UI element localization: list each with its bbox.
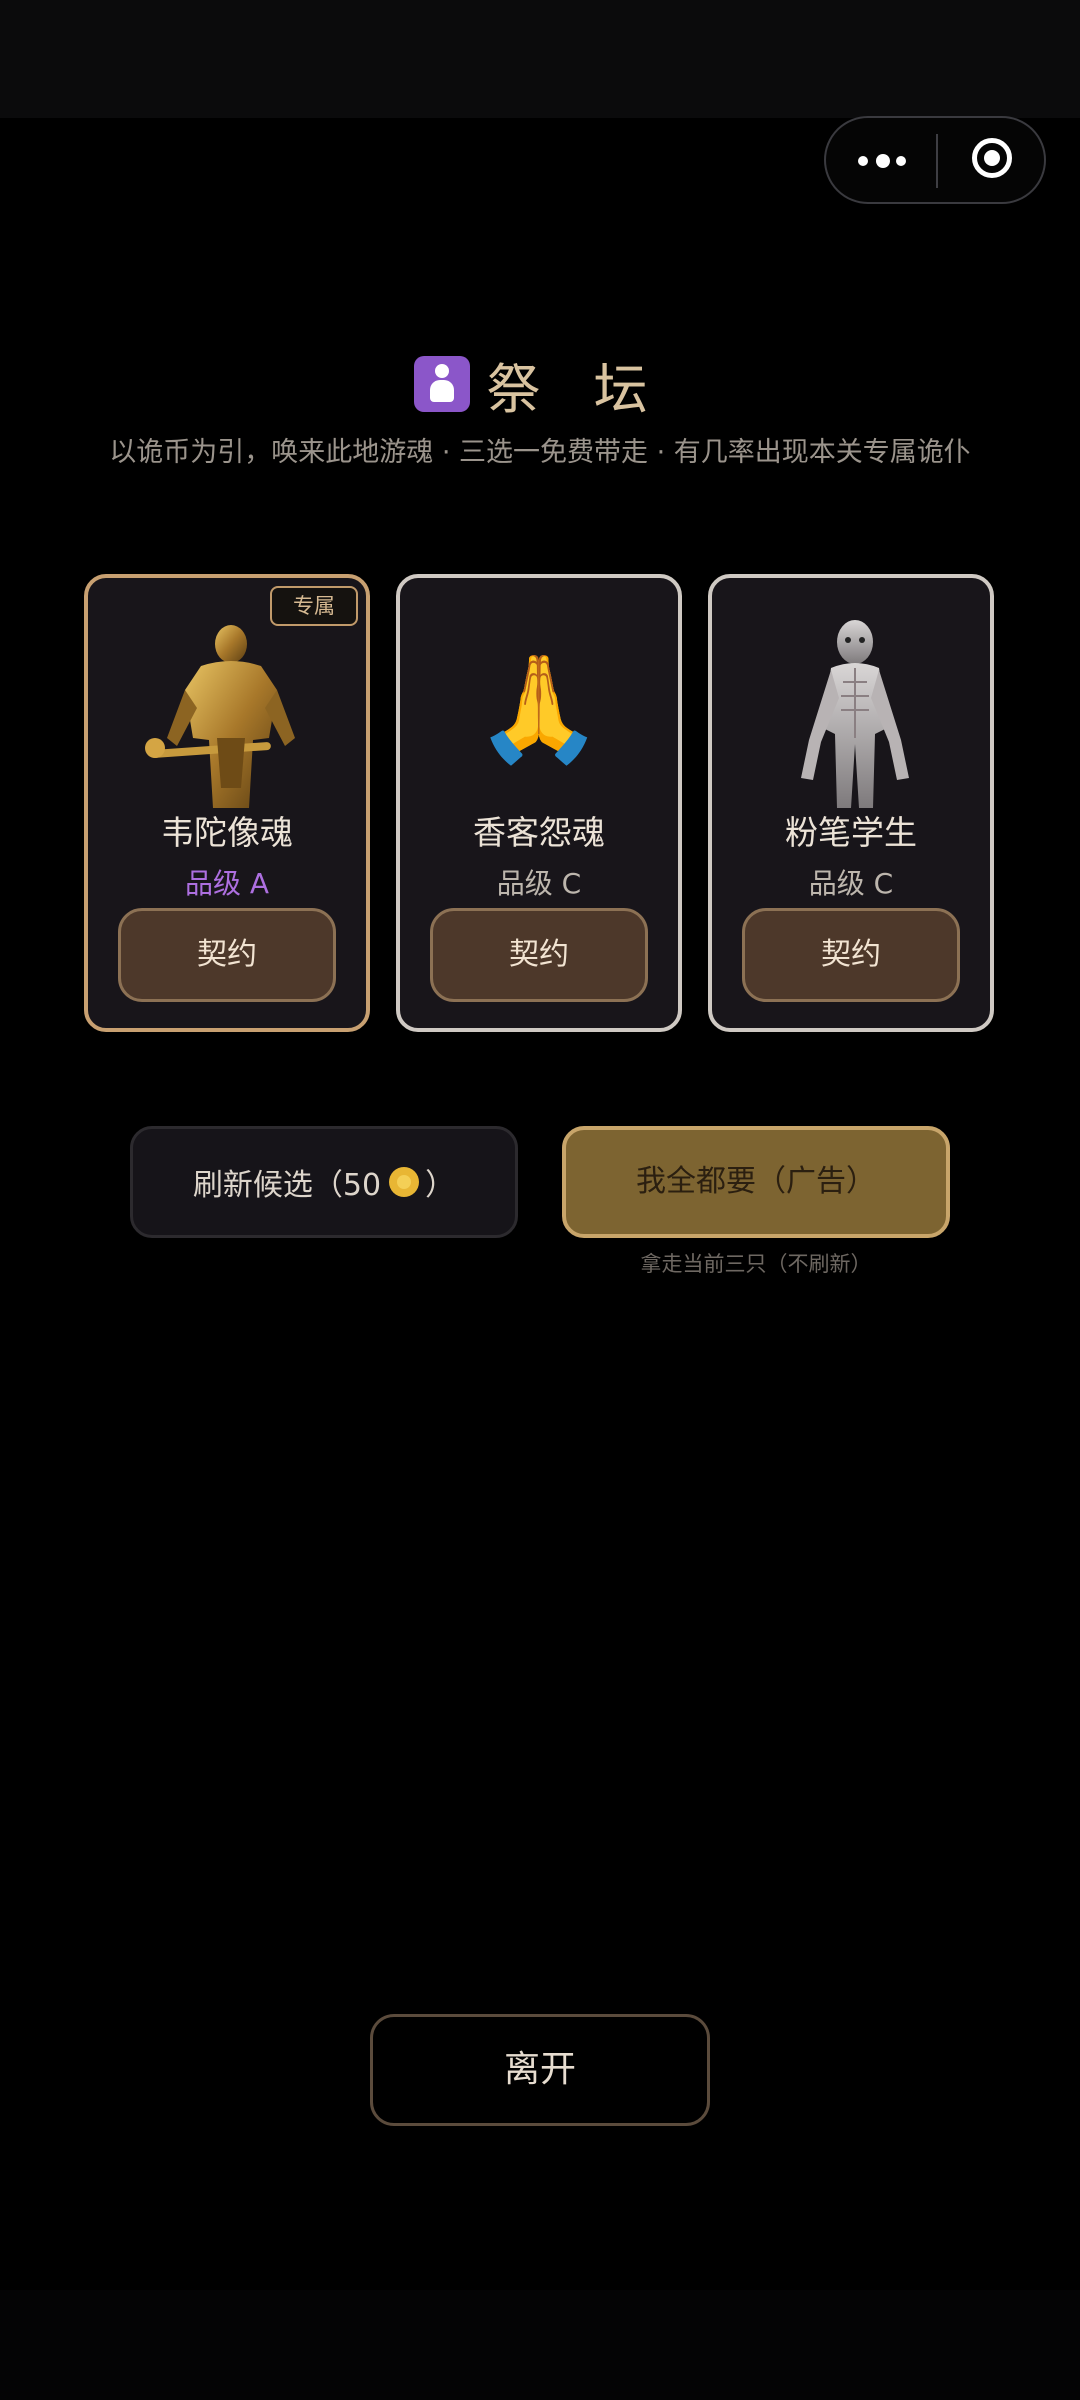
contract-button[interactable]: 契约 bbox=[742, 908, 960, 1002]
bottom-safe-area bbox=[0, 2290, 1080, 2400]
contract-button[interactable]: 契约 bbox=[430, 908, 648, 1002]
capsule-divider bbox=[936, 134, 938, 188]
soul-name: 粉笔学生 bbox=[785, 813, 917, 852]
refresh-candidates-button[interactable]: 刷新候选（50 ） bbox=[130, 1126, 518, 1238]
soul-name: 香客怨魂 bbox=[473, 813, 605, 852]
miniprogram-capsule bbox=[824, 116, 1046, 204]
more-icon[interactable] bbox=[856, 146, 912, 176]
refresh-label-suffix: ） bbox=[425, 1168, 456, 1203]
leave-button[interactable]: 离开 bbox=[370, 2014, 710, 2126]
altar-icon bbox=[414, 356, 471, 412]
page-subtitle: 以诡币为引，唤来此地游魂 · 三选一免费带走 · 有几率出现本关专属诡仆 bbox=[109, 437, 971, 468]
page-title: 祭 坛 bbox=[0, 346, 1080, 422]
take-all-note: 拿走当前三只（不刷新） bbox=[640, 1252, 872, 1276]
soul-card-fenbi: 粉笔学生 品级 C 契约 bbox=[708, 574, 994, 1032]
soul-card-weituo: 专属 韦陀像魂 品级 A 契约 bbox=[84, 574, 370, 1032]
soul-grade: 品级 A bbox=[184, 867, 270, 900]
soul-grade: 品级 C bbox=[496, 867, 582, 900]
title-text: 祭 坛 bbox=[486, 357, 666, 421]
refresh-label: 刷新候选（50 bbox=[192, 1168, 382, 1203]
pale-figure-icon bbox=[801, 620, 909, 808]
soul-card-xiangke: 🙏 香客怨魂 品级 C 契约 bbox=[396, 574, 682, 1032]
take-all-ad-button[interactable]: 我全都要（广告） bbox=[562, 1126, 950, 1238]
close-miniprogram-icon[interactable] bbox=[972, 138, 1012, 178]
status-bar-area bbox=[0, 0, 1080, 118]
coin-icon bbox=[389, 1167, 420, 1197]
praying-hands-icon: 🙏 bbox=[474, 647, 604, 769]
golden-armor-statue-icon bbox=[145, 625, 295, 808]
contract-button[interactable]: 契约 bbox=[118, 908, 336, 1002]
soul-name: 韦陀像魂 bbox=[161, 813, 293, 852]
soul-grade: 品级 C bbox=[808, 867, 894, 900]
